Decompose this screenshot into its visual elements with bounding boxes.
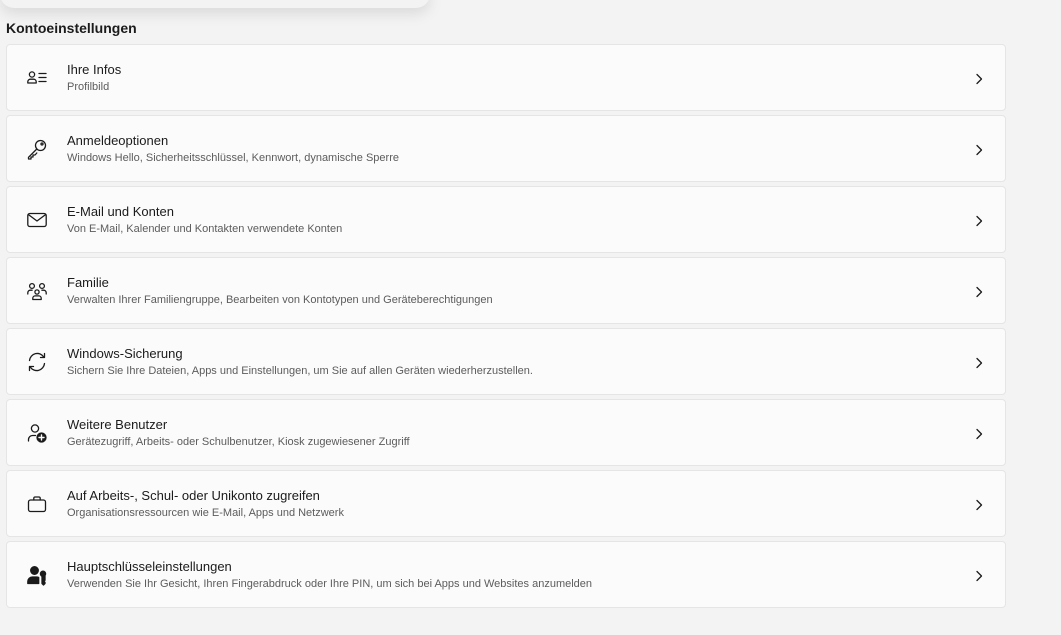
settings-item-subtitle: Profilbild: [67, 80, 110, 93]
family-icon: [26, 280, 48, 302]
chevron-right-icon: [973, 569, 985, 581]
briefcase-icon: [26, 493, 48, 515]
settings-item-text: Anmeldeoptionen Windows Hello, Sicherhei…: [67, 132, 399, 166]
settings-item-text: E-Mail und Konten Von E-Mail, Kalender u…: [67, 203, 342, 237]
passkey-icon: [26, 564, 48, 586]
settings-item-subtitle: Windows Hello, Sicherheitsschlüssel, Ken…: [67, 151, 399, 164]
mail-icon: [26, 209, 48, 231]
chevron-right-icon: [973, 285, 985, 297]
settings-item-subtitle: Organisationsressourcen wie E-Mail, Apps…: [67, 506, 344, 519]
settings-item-title: Weitere Benutzer: [67, 416, 168, 432]
settings-page: Kontoeinstellungen Ihre Infos Profilbild: [0, 0, 1061, 635]
chevron-right-icon: [973, 356, 985, 368]
settings-item-text: Familie Verwalten Ihrer Familiengruppe, …: [67, 274, 493, 308]
settings-item-title: Ihre Infos: [67, 61, 122, 77]
settings-item-your-info[interactable]: Ihre Infos Profilbild: [6, 44, 1006, 111]
settings-item-work-school-access[interactable]: Auf Arbeits-, Schul- oder Unikonto zugre…: [6, 470, 1006, 537]
settings-item-text: Hauptschlüsseleinstellungen Verwenden Si…: [67, 558, 592, 592]
settings-item-text: Weitere Benutzer Gerätezugriff, Arbeits-…: [67, 416, 410, 450]
chevron-right-icon: [973, 72, 985, 84]
chevron-right-icon: [973, 498, 985, 510]
settings-item-title: Anmeldeoptionen: [67, 132, 169, 148]
key-icon: [26, 138, 48, 160]
add-user-icon: [26, 422, 48, 444]
chevron-right-icon: [973, 214, 985, 226]
settings-item-title: E-Mail und Konten: [67, 203, 174, 219]
settings-item-subtitle: Verwenden Sie Ihr Gesicht, Ihren Fingera…: [67, 577, 593, 590]
settings-item-passkey-settings[interactable]: Hauptschlüsseleinstellungen Verwenden Si…: [6, 541, 1006, 608]
contact-info-icon: [26, 67, 48, 89]
settings-item-family[interactable]: Familie Verwalten Ihrer Familiengruppe, …: [6, 257, 1006, 324]
settings-item-windows-backup[interactable]: Windows-Sicherung Sichern Sie Ihre Datei…: [6, 328, 1006, 395]
settings-item-other-users[interactable]: Weitere Benutzer Gerätezugriff, Arbeits-…: [6, 399, 1006, 466]
settings-item-email-accounts[interactable]: E-Mail und Konten Von E-Mail, Kalender u…: [6, 186, 1006, 253]
settings-item-title: Hauptschlüsseleinstellungen: [67, 558, 232, 574]
top-shadow: [0, 0, 430, 8]
settings-item-title: Auf Arbeits-, Schul- oder Unikonto zugre…: [67, 487, 320, 503]
settings-item-text: Windows-Sicherung Sichern Sie Ihre Datei…: [67, 345, 533, 379]
settings-item-subtitle: Sichern Sie Ihre Dateien, Apps und Einst…: [67, 364, 533, 377]
chevron-right-icon: [973, 427, 985, 439]
settings-item-sign-in-options[interactable]: Anmeldeoptionen Windows Hello, Sicherhei…: [6, 115, 1006, 182]
settings-item-text: Ihre Infos Profilbild: [67, 61, 121, 95]
section-title: Kontoeinstellungen: [6, 20, 137, 36]
settings-item-subtitle: Verwalten Ihrer Familiengruppe, Bearbeit…: [67, 293, 493, 306]
settings-item-text: Auf Arbeits-, Schul- oder Unikonto zugre…: [67, 487, 344, 521]
sync-icon: [26, 351, 48, 373]
settings-item-title: Familie: [67, 274, 109, 290]
chevron-right-icon: [973, 143, 985, 155]
settings-item-subtitle: Gerätezugriff, Arbeits- oder Schulbenutz…: [67, 435, 410, 448]
settings-item-title: Windows-Sicherung: [67, 345, 183, 361]
account-settings-list: Ihre Infos Profilbild Anmeldeoptionen Wi…: [6, 44, 1006, 612]
settings-item-subtitle: Von E-Mail, Kalender und Kontakten verwe…: [67, 222, 343, 235]
